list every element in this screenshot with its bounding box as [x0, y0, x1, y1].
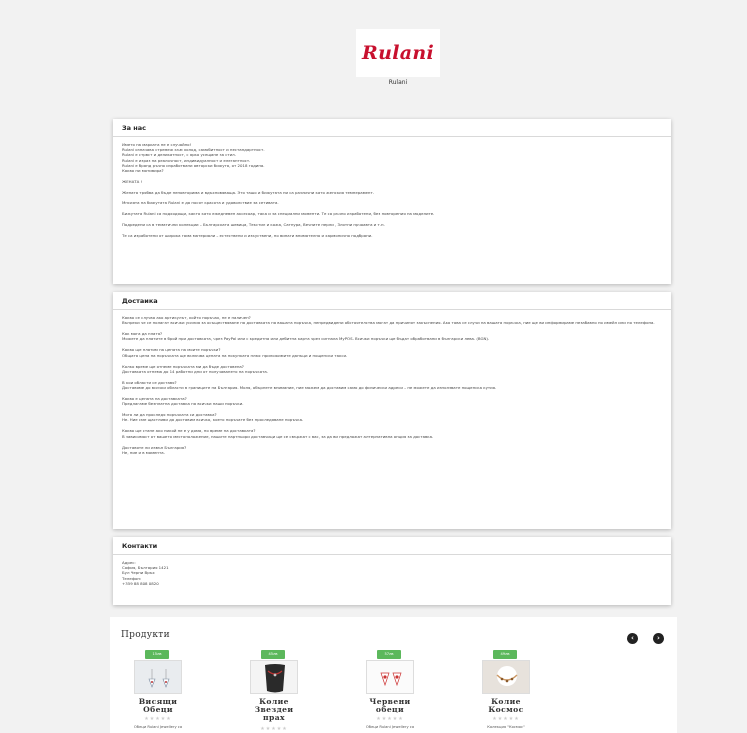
delivery-body: Какво се случва ако артикулът, който пор… — [113, 310, 671, 466]
contacts-panel: Контакти Адрес: София, България 1421 Бул… — [113, 537, 671, 605]
rating-stars-icon: ★★★★★ — [144, 716, 172, 722]
product-card[interactable]: 49лв Колие Космос ★★★★★ Колекция "Космос… — [471, 650, 541, 733]
product-description: Обеци Rulani Jewellery са — [133, 725, 183, 729]
delivery-panel: Достаика Какво се случва ако артикулът, … — [113, 292, 671, 529]
rating-stars-icon: ★★★★★ — [260, 726, 288, 732]
product-card[interactable]: 45лв Колие Звездеи прах ★★★★★ — [239, 650, 309, 733]
faq-item: Доставяте ли извън България? Не, ние и в… — [122, 445, 662, 455]
price-badge: 57лв — [377, 650, 401, 659]
products-carousel: Продукти ‹ › 15лв Висящи Обеци ★★★★★ Обе… — [110, 617, 677, 733]
product-description: Колекция "Космос" — [487, 725, 525, 729]
about-title: За нас — [113, 119, 671, 137]
faq-answer: Общата цена на поръчката ще включва цена… — [122, 352, 348, 358]
product-name[interactable]: Колие Космос — [471, 697, 541, 714]
contacts-body: Адрес: София, България 1421 Бул Черни Вр… — [113, 555, 671, 591]
price-badge: 45лв — [261, 650, 285, 659]
faq-answer: Доставяме до всички области в границите … — [122, 385, 497, 391]
faq-answer: В зависимост от вашето местоположение, н… — [122, 433, 434, 439]
faq-item: Колко време ще отнеме поръчката ми да бъ… — [122, 364, 662, 374]
price-badge: 49лв — [493, 650, 517, 659]
product-name[interactable]: Висящи Обеци — [123, 697, 193, 714]
product-image[interactable] — [366, 660, 414, 694]
brand-logo[interactable]: Rulani — [356, 29, 440, 77]
faq-answer: Не. Ние сме щастливи да доставим всичко,… — [122, 417, 304, 423]
product-name[interactable]: Червени обеци — [355, 697, 425, 714]
rating-stars-icon: ★★★★★ — [376, 716, 404, 722]
product-image[interactable] — [250, 660, 298, 694]
faq-item: Какво ще стане ако никой не е у дома, по… — [122, 428, 662, 438]
faq-item: Какво ще платим на цената на моите поръч… — [122, 347, 662, 357]
products-title: Продукти — [121, 630, 170, 640]
faq-item: Как мога да платя? Можете да платите в б… — [122, 331, 662, 341]
product-card[interactable]: 57лв Червени обеци ★★★★★ Обеци Rulani Je… — [355, 650, 425, 733]
price-badge: 15лв — [145, 650, 169, 659]
carousel-next-button[interactable]: › — [653, 633, 664, 644]
product-description: Обеци Rulani Jewellery са — [365, 725, 415, 729]
carousel-prev-button[interactable]: ‹ — [627, 633, 638, 644]
about-paragraph: Те са изработени от широка гама материал… — [122, 232, 373, 238]
faq-item: Мога ли да проследя поръчката си доставк… — [122, 412, 662, 422]
faq-item: В кои области се доставя? Доставяме до в… — [122, 380, 662, 390]
contacts-title: Контакти — [113, 537, 671, 555]
contact-phone[interactable]: +359 88 808 0820 — [122, 581, 662, 586]
product-card[interactable]: 15лв Висящи Обеци ★★★★★ Обеци Rulani Jew… — [123, 650, 193, 733]
logo-text: Rulani — [362, 42, 434, 64]
rating-stars-icon: ★★★★★ — [492, 716, 520, 722]
about-body: Името на марката не е случайно! Rulani о… — [113, 137, 671, 243]
product-image[interactable] — [482, 660, 530, 694]
about-panel: За нас Името на марката не е случайно! R… — [113, 119, 671, 284]
faq-item: Какво е цената на доставката? Предлагаме… — [122, 396, 662, 406]
faq-item: Какво се случва ако артикулът, който пор… — [122, 315, 662, 325]
faq-answer: Не, ние и в момента. — [122, 449, 165, 455]
faq-answer: Въпреки че се полагат всички усилия за о… — [122, 320, 655, 326]
faq-answer: Предлагаме безплатна доставка на всички … — [122, 401, 244, 407]
product-name[interactable]: Колие Звездеи прах — [239, 697, 309, 723]
faq-answer: Доставката отнема до 14 работни дни от п… — [122, 368, 268, 374]
product-image[interactable] — [134, 660, 182, 694]
chevron-left-icon: ‹ — [631, 634, 634, 642]
shop-name: Rulani — [388, 79, 408, 86]
delivery-title: Достаика — [113, 292, 671, 310]
faq-answer: Можете да платите в брой при доставката,… — [122, 336, 490, 342]
chevron-right-icon: › — [657, 634, 660, 642]
